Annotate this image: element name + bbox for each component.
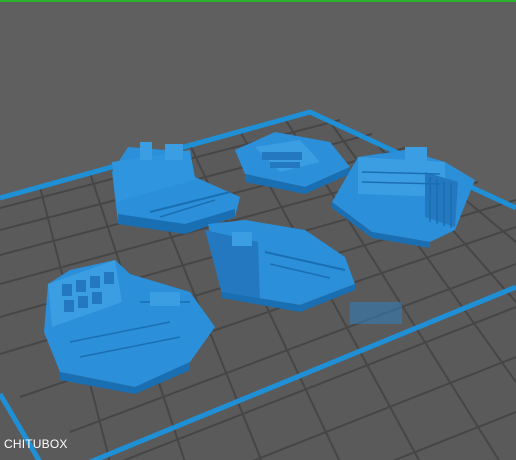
app-watermark: CHITUBOX <box>4 437 68 451</box>
model-shadow-block <box>350 302 402 324</box>
3d-viewport[interactable]: CHITUBOX <box>0 0 516 460</box>
build-plate-scene[interactable] <box>0 2 516 460</box>
